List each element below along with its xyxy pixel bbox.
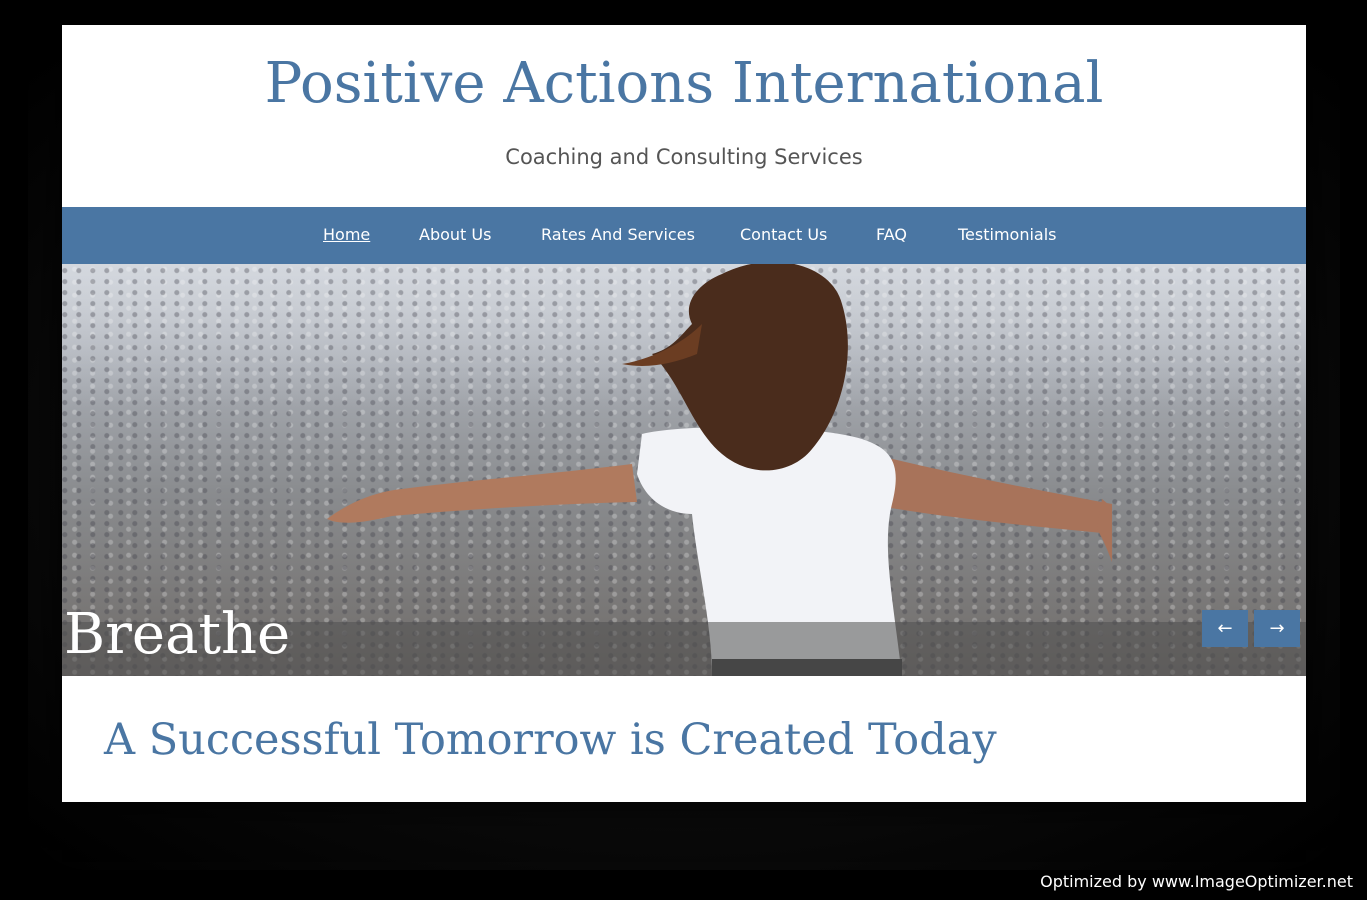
hero-slider: Breathe ← → <box>62 264 1306 676</box>
slider-prev-button[interactable]: ← <box>1202 610 1248 647</box>
web-page: Positive Actions International Coaching … <box>62 25 1306 802</box>
nav-item-home[interactable]: Home <box>323 225 370 244</box>
watermark-text: Optimized by www.ImageOptimizer.net <box>1040 872 1353 891</box>
nav-item-contact-us[interactable]: Contact Us <box>740 225 827 244</box>
site-tagline: Coaching and Consulting Services <box>505 145 863 169</box>
slide-caption: Breathe <box>64 602 291 667</box>
site-title[interactable]: Positive Actions International <box>62 51 1306 116</box>
page-headline: A Successful Tomorrow is Created Today <box>104 715 997 765</box>
site-header: Positive Actions International Coaching … <box>62 25 1306 207</box>
nav-item-faq[interactable]: FAQ <box>876 225 907 244</box>
slider-next-button[interactable]: → <box>1254 610 1300 647</box>
nav-item-testimonials[interactable]: Testimonials <box>958 225 1057 244</box>
main-navigation: Home About Us Rates And Services Contact… <box>62 207 1306 264</box>
nav-item-rates-and-services[interactable]: Rates And Services <box>541 225 695 244</box>
nav-item-about-us[interactable]: About Us <box>419 225 491 244</box>
hero-image-woman <box>327 264 1112 676</box>
